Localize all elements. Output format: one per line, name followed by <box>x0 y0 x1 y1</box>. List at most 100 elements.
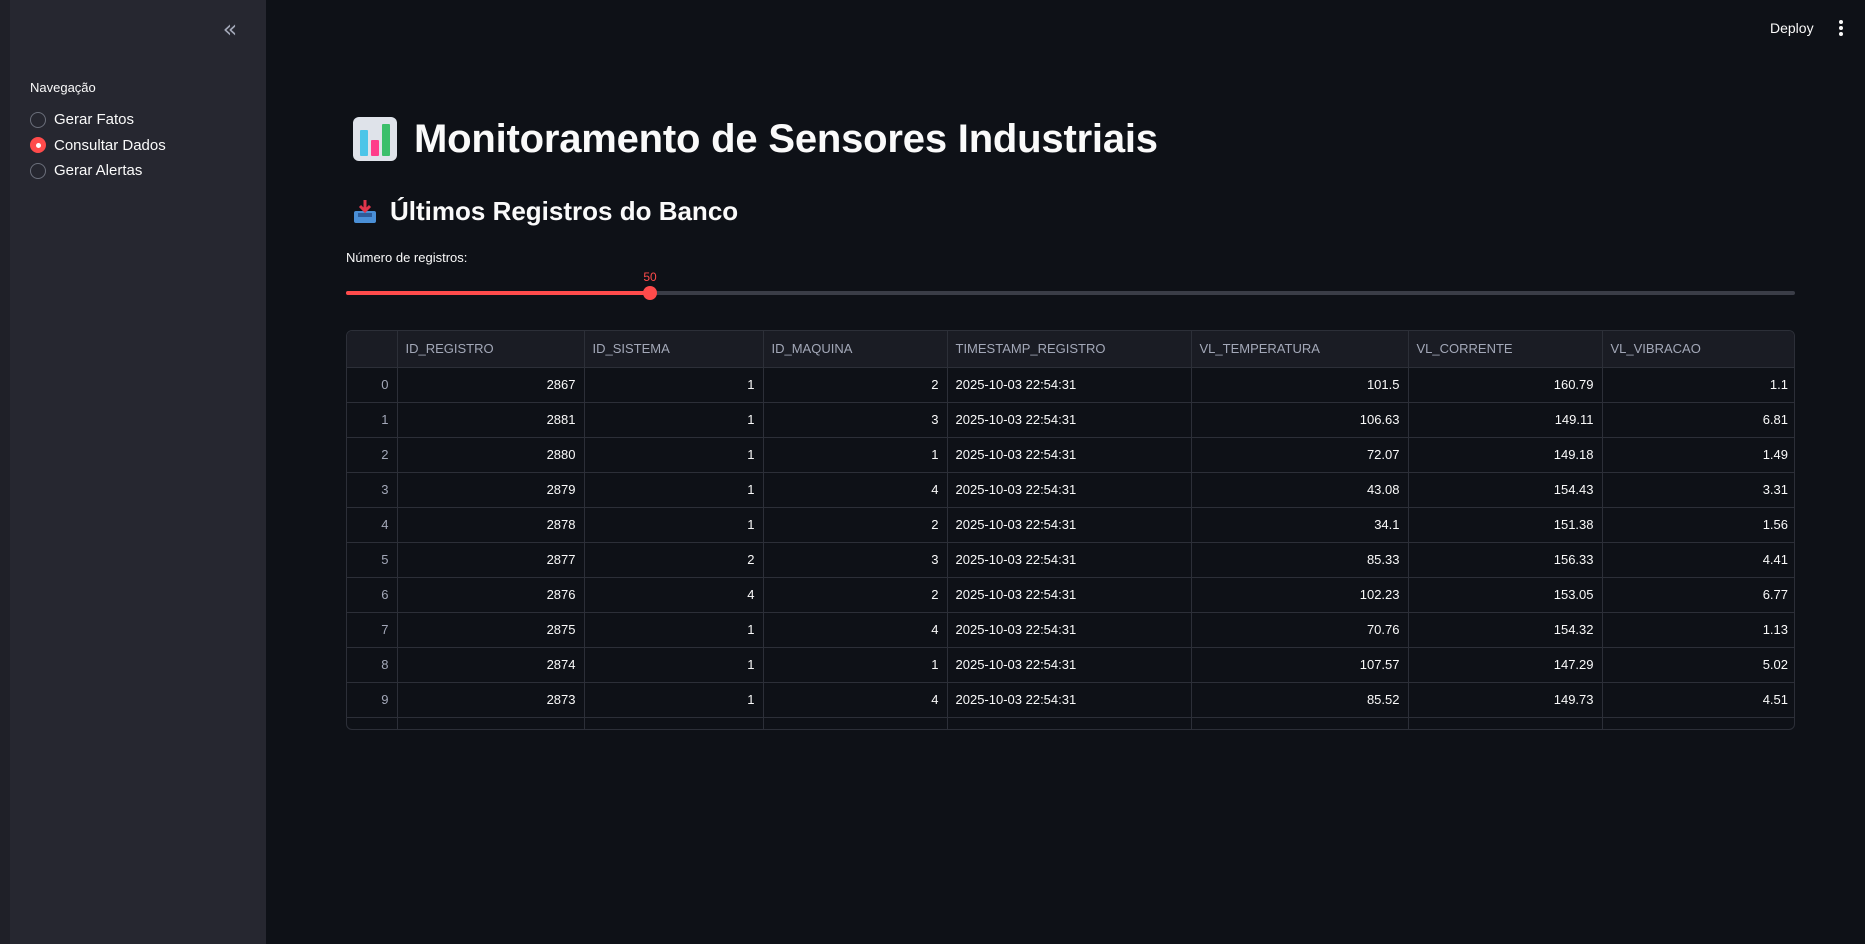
table-cell[interactable]: 1 <box>584 682 764 718</box>
table-cell[interactable]: 2879 <box>397 472 585 508</box>
table-cell[interactable]: 4 <box>763 612 948 648</box>
table-cell[interactable]: 2 <box>763 367 948 403</box>
table-cell[interactable]: 1.56 <box>1602 507 1794 543</box>
table-cell[interactable]: 2867 <box>397 367 585 403</box>
table-row[interactable]: 2 2880 1 1 2025-10-03 22:54:31 72.07 149.18 1.4… <box>347 437 1794 473</box>
column-header[interactable]: ID_REGISTRO <box>397 331 585 368</box>
table-cell[interactable]: 1.49 <box>1602 437 1794 473</box>
table-cell[interactable]: 3 <box>763 542 948 578</box>
table-cell[interactable]: 2025-10-03 22:54:31 <box>947 472 1192 508</box>
data-table[interactable]: ID_REGISTRO ID_SISTEMA ID_MAQUINA TIMESTAMP… <box>346 330 1795 730</box>
row-index[interactable]: 6 <box>347 577 398 613</box>
table-cell[interactable]: 1 <box>584 472 764 508</box>
column-header[interactable]: VL_VIBRACAO <box>1602 331 1794 368</box>
table-cell[interactable]: 2876 <box>397 577 585 613</box>
slider-thumb[interactable] <box>643 286 657 300</box>
table-cell[interactable]: 149.11 <box>1408 402 1603 438</box>
table-row[interactable]: 1 2881 1 3 2025-10-03 22:54:31 106.63 149.11 6.… <box>347 402 1794 438</box>
collapse-sidebar-icon[interactable]: « <box>218 17 242 42</box>
row-index[interactable]: 9 <box>347 682 398 718</box>
table-cell[interactable]: 1.1 <box>1602 367 1794 403</box>
radio-option-gerar-fatos[interactable]: Gerar Fatos <box>30 107 166 133</box>
table-cell[interactable]: 1 <box>763 647 948 683</box>
row-index[interactable]: 0 <box>347 367 398 403</box>
table-row[interactable]: 7 2875 1 4 2025-10-03 22:54:31 70.76 154.32 1.1… <box>347 612 1794 648</box>
table-cell[interactable]: 2025-10-03 22:54:31 <box>947 577 1192 613</box>
table-cell[interactable]: 149.73 <box>1408 682 1603 718</box>
table-cell[interactable]: 2874 <box>397 647 585 683</box>
table-cell[interactable]: 4.41 <box>1602 542 1794 578</box>
table-cell[interactable]: 160.79 <box>1408 367 1603 403</box>
table-cell[interactable]: 72.07 <box>1191 437 1409 473</box>
deploy-button[interactable]: Deploy <box>1770 20 1814 36</box>
table-cell[interactable]: 1 <box>584 367 764 403</box>
table-cell[interactable]: 2025-10-03 22:54:31 <box>947 437 1192 473</box>
table-row[interactable]: 4 2878 1 2 2025-10-03 22:54:31 34.1 151.38 1.56 <box>347 507 1794 543</box>
radio-circle-icon[interactable] <box>30 111 46 128</box>
radio-circle-icon[interactable] <box>30 162 46 179</box>
table-cell[interactable]: 3 <box>763 402 948 438</box>
column-header[interactable]: VL_TEMPERATURA <box>1191 331 1409 368</box>
table-cell[interactable]: 2878 <box>397 507 585 543</box>
table-cell[interactable]: 2 <box>763 577 948 613</box>
table-cell[interactable]: 2025-10-03 22:54:31 <box>947 682 1192 718</box>
table-row[interactable]: 5 2877 2 3 2025-10-03 22:54:31 85.33 156.33 4.4… <box>347 542 1794 578</box>
column-header[interactable]: VL_CORRENTE <box>1408 331 1603 368</box>
table-cell[interactable]: 2025-10-03 22:54:31 <box>947 542 1192 578</box>
table-cell[interactable]: 107.57 <box>1191 647 1409 683</box>
records-slider[interactable] <box>346 286 1795 300</box>
table-cell[interactable]: 43.08 <box>1191 472 1409 508</box>
table-cell[interactable]: 1.13 <box>1602 612 1794 648</box>
table-cell[interactable]: 1 <box>584 507 764 543</box>
radio-option-gerar-alertas[interactable]: Gerar Alertas <box>30 158 166 184</box>
table-cell[interactable]: 2877 <box>397 542 585 578</box>
table-cell[interactable]: 85.52 <box>1191 682 1409 718</box>
table-cell[interactable]: 156.33 <box>1408 542 1603 578</box>
table-cell[interactable]: 147.29 <box>1408 647 1603 683</box>
table-cell[interactable]: 1 <box>584 437 764 473</box>
table-cell[interactable]: 4.51 <box>1602 682 1794 718</box>
vertical-dots-icon[interactable] <box>1836 18 1846 40</box>
table-cell[interactable]: 1 <box>763 437 948 473</box>
table-cell[interactable]: 1 <box>584 647 764 683</box>
table-cell[interactable]: 2025-10-03 22:54:31 <box>947 612 1192 648</box>
table-cell[interactable]: 154.32 <box>1408 612 1603 648</box>
row-index[interactable]: 5 <box>347 542 398 578</box>
table-row[interactable]: 3 2879 1 4 2025-10-03 22:54:31 43.08 154.43 3.3… <box>347 472 1794 508</box>
table-cell[interactable]: 149.18 <box>1408 437 1603 473</box>
row-index[interactable]: 8 <box>347 647 398 683</box>
column-header[interactable] <box>347 331 398 368</box>
table-cell[interactable]: 4 <box>763 682 948 718</box>
table-cell[interactable]: 2025-10-03 22:54:31 <box>947 367 1192 403</box>
table-cell[interactable]: 154.43 <box>1408 472 1603 508</box>
table-cell[interactable]: 2025-10-03 22:54:31 <box>947 647 1192 683</box>
table-cell[interactable]: 2881 <box>397 402 585 438</box>
table-cell[interactable]: 2025-10-03 22:54:31 <box>947 507 1192 543</box>
table-cell[interactable]: 101.5 <box>1191 367 1409 403</box>
table-cell[interactable]: 34.1 <box>1191 507 1409 543</box>
table-cell[interactable]: 2 <box>763 507 948 543</box>
row-index[interactable]: 1 <box>347 402 398 438</box>
row-index[interactable]: 3 <box>347 472 398 508</box>
table-cell[interactable]: 2880 <box>397 437 585 473</box>
table-cell[interactable]: 3.31 <box>1602 472 1794 508</box>
table-cell[interactable]: 1 <box>584 402 764 438</box>
table-cell[interactable]: 2 <box>584 542 764 578</box>
row-index[interactable]: 7 <box>347 612 398 648</box>
table-cell[interactable]: 2025-10-03 22:54:31 <box>947 402 1192 438</box>
table-row[interactable]: 9 2873 1 4 2025-10-03 22:54:31 85.52 149.73 4.5… <box>347 682 1794 718</box>
table-cell[interactable]: 153.05 <box>1408 577 1603 613</box>
row-index[interactable]: 2 <box>347 437 398 473</box>
table-cell[interactable]: 4 <box>763 472 948 508</box>
table-row[interactable]: 0 2867 1 2 2025-10-03 22:54:31 101.5 160.79 1.1 <box>347 367 1794 403</box>
table-cell[interactable]: 151.38 <box>1408 507 1603 543</box>
radio-circle-selected-icon[interactable] <box>30 137 46 154</box>
row-index[interactable]: 4 <box>347 507 398 543</box>
table-cell[interactable]: 70.76 <box>1191 612 1409 648</box>
table-cell[interactable]: 4 <box>584 577 764 613</box>
table-cell[interactable]: 106.63 <box>1191 402 1409 438</box>
column-header[interactable]: ID_SISTEMA <box>584 331 764 368</box>
table-cell[interactable]: 2873 <box>397 682 585 718</box>
table-cell[interactable]: 2875 <box>397 612 585 648</box>
radio-option-consultar-dados[interactable]: Consultar Dados <box>30 133 166 159</box>
